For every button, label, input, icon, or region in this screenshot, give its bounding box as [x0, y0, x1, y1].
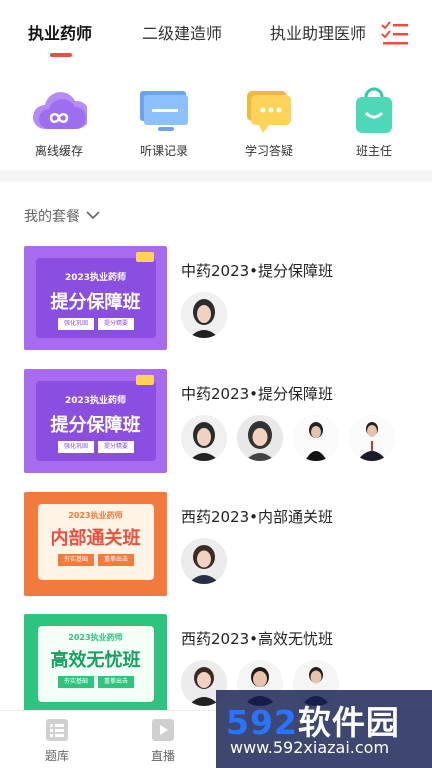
thumb-sub2: 提分精要 — [98, 318, 134, 330]
watermark-logo-text: 软件园 — [297, 703, 400, 742]
course-item[interactable]: 2023执业药师 提分保障班 强化巩固 提分精要 中药2023•提分保障班 — [24, 369, 414, 473]
thumb-sub2: 重拳出击 — [98, 676, 134, 688]
cloud-icon — [31, 87, 91, 137]
chat-bubble-icon — [241, 87, 297, 137]
my-packages-header[interactable]: 我的套餐 — [24, 206, 100, 226]
course-title: 西药2023•内部通关班 — [181, 508, 334, 526]
course-thumbnail: 2023执业药师 高效无忧班 夯实基础 重拳出击 — [24, 614, 167, 718]
thumb-sub1: 强化巩固 — [58, 441, 94, 453]
nav-live-label: 直播 — [150, 749, 175, 763]
tab-assistant-doctor[interactable]: 执业助理医师 — [270, 20, 366, 44]
nav-question-bank[interactable]: 题库 — [22, 717, 92, 764]
nav-live[interactable]: 直播 — [128, 717, 198, 764]
teacher-avatars — [181, 415, 395, 465]
teacher-avatars — [181, 292, 227, 342]
thumb-line2: 内部通关班 — [50, 528, 141, 549]
thumb-sub1: 强化巩固 — [58, 318, 94, 330]
thumb-line2: 提分保障班 — [50, 292, 141, 313]
quick-offline-cache[interactable]: 离线缓存 — [19, 85, 99, 165]
quick-study-qa-label: 学习答疑 — [244, 144, 293, 158]
chevron-down-icon — [86, 208, 100, 224]
avatar — [181, 538, 227, 584]
course-item[interactable]: 2023执业药师 内部通关班 夯实基础 重拳出击 西药2023•内部通关班 — [24, 492, 414, 596]
thumb-sub1: 夯实基础 — [58, 676, 94, 688]
avatar — [237, 415, 283, 461]
monitor-icon — [136, 87, 192, 137]
thumb-line2: 高效无忧班 — [50, 650, 141, 671]
course-item[interactable]: 2023执业药师 提分保障班 强化巩固 提分精要 中药2023•提分保障班 — [24, 246, 414, 350]
list-menu-icon[interactable] — [380, 20, 410, 48]
app-screen: 执业药师 二级建造师 执业助理医师 离线缓存 听课记录 学习答疑 班主任 我的套… — [0, 0, 432, 768]
course-thumbnail: 2023执业药师 提分保障班 强化巩固 提分精要 — [24, 246, 167, 350]
quick-listening-record[interactable]: 听课记录 — [124, 85, 204, 165]
thumb-line1: 2023执业药师 — [64, 396, 127, 406]
thumb-line2: 提分保障班 — [50, 415, 141, 436]
thumb-line1: 2023执业药师 — [68, 511, 123, 520]
watermark-url: www.592xiazai.com — [230, 738, 390, 757]
quick-class-teacher[interactable]: 班主任 — [334, 85, 414, 165]
quick-study-qa[interactable]: 学习答疑 — [229, 85, 309, 165]
bag-icon — [346, 87, 402, 137]
thumb-line1: 2023执业药师 — [64, 273, 127, 283]
course-title: 中药2023•提分保障班 — [181, 385, 334, 403]
thumb-sub2: 重拳出击 — [98, 554, 134, 566]
course-thumbnail: 2023执业药师 内部通关班 夯实基础 重拳出击 — [24, 492, 167, 596]
avatar — [181, 292, 227, 338]
quick-offline-cache-label: 离线缓存 — [34, 144, 83, 158]
my-packages-title: 我的套餐 — [24, 209, 80, 225]
watermark-logo: 592软件园 — [226, 703, 400, 742]
quick-listening-record-label: 听课记录 — [139, 144, 188, 158]
question-bank-icon — [22, 717, 92, 743]
teacher-avatars — [181, 538, 227, 588]
avatar — [181, 415, 227, 461]
tab-pharmacist[interactable]: 执业药师 — [28, 20, 92, 44]
avatar — [349, 415, 395, 461]
quick-class-teacher-label: 班主任 — [355, 144, 392, 158]
site-watermark: 592软件园 www.592xiazai.com — [216, 690, 432, 768]
avatar — [293, 415, 339, 461]
quick-actions: 离线缓存 听课记录 学习答疑 班主任 — [0, 85, 432, 165]
tab-constructor[interactable]: 二级建造师 — [142, 20, 222, 44]
play-icon — [128, 717, 198, 743]
nav-question-bank-label: 题库 — [44, 749, 69, 763]
top-tab-bar: 执业药师 二级建造师 执业助理医师 — [0, 0, 432, 70]
thumb-sub2: 提分精要 — [98, 441, 134, 453]
course-title: 西药2023•高效无忧班 — [181, 630, 334, 648]
active-tab-indicator — [50, 53, 72, 57]
course-thumbnail: 2023执业药师 提分保障班 强化巩固 提分精要 — [24, 369, 167, 473]
course-title: 中药2023•提分保障班 — [181, 262, 334, 280]
thumb-line1: 2023执业药师 — [68, 633, 123, 642]
section-divider — [0, 170, 432, 182]
thumb-sub1: 夯实基础 — [58, 554, 94, 566]
